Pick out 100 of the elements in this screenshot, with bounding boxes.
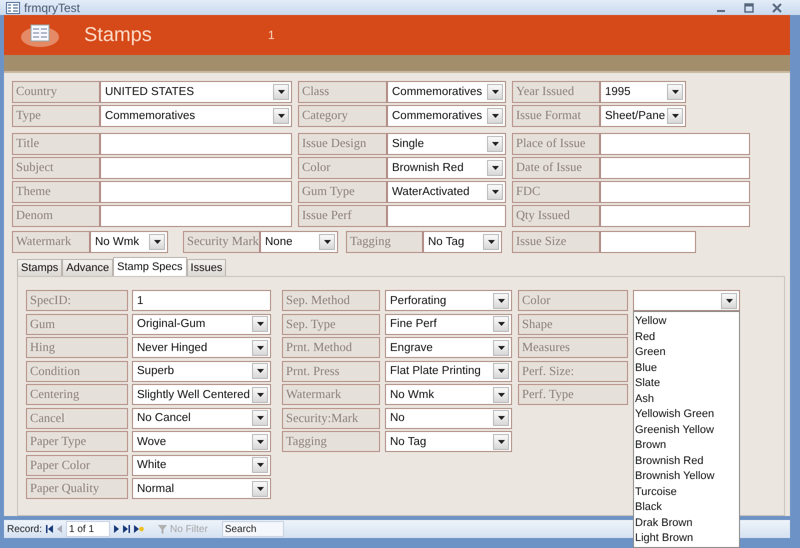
new-record-button[interactable] xyxy=(134,525,144,533)
combo-box[interactable]: No xyxy=(385,408,512,428)
list-option[interactable]: Brownish Red xyxy=(635,454,739,469)
dropdown-button[interactable] xyxy=(493,410,509,426)
list-option[interactable]: Light Brown xyxy=(635,531,739,546)
list-option[interactable]: Brownish Yellow xyxy=(635,469,739,484)
tab[interactable]: Stamp Specs xyxy=(113,257,187,276)
combo-box[interactable]: Brownish Red xyxy=(387,157,506,179)
dropdown-button[interactable] xyxy=(493,386,509,402)
list-option[interactable]: Drak Brown xyxy=(635,516,739,531)
combo-box[interactable]: UNITED STATES xyxy=(100,81,292,103)
caret-icon xyxy=(256,346,264,350)
text-field[interactable] xyxy=(100,133,292,155)
list-option[interactable]: Turcoise xyxy=(635,484,739,500)
dropdown-button[interactable] xyxy=(487,136,503,152)
combo-box[interactable]: Fine Perf xyxy=(385,314,512,334)
dropdown-button[interactable] xyxy=(487,108,503,124)
combo-box[interactable]: No Cancel xyxy=(132,408,271,428)
combo-box[interactable]: No Wmk xyxy=(385,384,512,405)
list-option[interactable]: Blue xyxy=(635,360,739,376)
dropdown-button[interactable] xyxy=(493,363,509,379)
combo-box[interactable]: Commemoratives xyxy=(100,105,292,127)
combo-box[interactable]: Normal xyxy=(132,478,271,499)
dropdown-button[interactable] xyxy=(493,316,509,332)
combo-box[interactable]: Single xyxy=(387,133,506,155)
combo-box[interactable]: Superb xyxy=(132,360,271,382)
record-position-field[interactable]: 1 of 1 xyxy=(66,521,110,537)
combo-box[interactable]: Never Hinged xyxy=(132,337,271,358)
next-record-button[interactable] xyxy=(114,525,120,533)
combo-box[interactable]: WaterActivated xyxy=(387,181,506,203)
dropdown-button[interactable] xyxy=(487,84,503,100)
combo-box[interactable]: Flat Plate Printing xyxy=(385,360,512,382)
dropdown-button[interactable] xyxy=(487,184,503,200)
dropdown-button[interactable] xyxy=(252,480,268,496)
first-record-button[interactable] xyxy=(46,525,54,533)
dropdown-button[interactable] xyxy=(319,234,335,250)
caret-icon xyxy=(278,90,284,94)
dropdown-button[interactable] xyxy=(721,292,737,308)
dropdown-button[interactable] xyxy=(252,363,268,379)
last-record-button[interactable] xyxy=(123,525,130,533)
list-option[interactable]: Brown xyxy=(635,438,739,454)
text-field[interactable] xyxy=(600,157,750,179)
text-field[interactable] xyxy=(387,205,506,227)
dropdown-button[interactable] xyxy=(252,457,268,473)
combo-box[interactable]: Perforating xyxy=(385,290,512,311)
combo-box[interactable]: 1995 xyxy=(600,81,686,103)
search-field[interactable]: Search xyxy=(222,521,284,537)
dropdown-button[interactable] xyxy=(252,340,268,356)
close-button[interactable] xyxy=(772,2,782,12)
list-option[interactable]: Yellowish Green xyxy=(635,407,739,422)
text-field[interactable] xyxy=(100,181,292,203)
combo-box[interactable]: Original-Gum xyxy=(132,314,271,334)
dropdown-button[interactable] xyxy=(273,108,289,124)
tab[interactable]: Issues xyxy=(186,259,226,276)
list-option[interactable]: Greenish Yellow xyxy=(635,422,739,438)
combo-box[interactable]: Engrave xyxy=(385,337,512,358)
list-option[interactable]: Black xyxy=(635,500,739,516)
combo-box[interactable]: Commemoratives xyxy=(387,81,506,103)
field-label: Date of Issue xyxy=(512,157,600,179)
combo-box[interactable]: Wove xyxy=(132,431,271,452)
dropdown-button[interactable] xyxy=(667,84,683,100)
combo-box[interactable]: Slightly Well Centered xyxy=(132,384,271,405)
caret-icon xyxy=(672,114,678,118)
list-option[interactable]: Ash xyxy=(635,392,739,407)
combo-box[interactable]: None xyxy=(260,231,338,253)
tab[interactable]: Stamps xyxy=(17,259,62,276)
combo-box[interactable]: Sheet/Pane xyxy=(600,105,686,127)
text-field[interactable] xyxy=(100,205,292,227)
combo-box[interactable]: No Wmk xyxy=(90,231,168,253)
field-label: Class xyxy=(298,81,387,103)
dropdown-button[interactable] xyxy=(493,434,509,450)
dropdown-button[interactable] xyxy=(149,234,165,250)
list-option[interactable]: Green xyxy=(635,345,739,360)
dropdown-button[interactable] xyxy=(273,84,289,100)
list-option[interactable]: Slate xyxy=(635,376,739,392)
combo-box[interactable]: No Tag xyxy=(385,431,512,452)
list-option[interactable]: Yellow xyxy=(635,314,739,330)
dropdown-button[interactable] xyxy=(667,108,683,124)
text-field[interactable] xyxy=(600,133,750,155)
combo-box[interactable]: No Tag xyxy=(423,231,502,253)
dropdown-button[interactable] xyxy=(487,160,503,176)
combo-box[interactable]: Commemoratives xyxy=(387,105,506,127)
text-field[interactable] xyxy=(100,157,292,179)
list-option[interactable]: Red xyxy=(635,330,739,345)
text-field[interactable] xyxy=(600,181,750,203)
dropdown-button[interactable] xyxy=(252,316,268,332)
dropdown-button[interactable] xyxy=(252,434,268,450)
tab[interactable]: Advance xyxy=(62,259,114,276)
dropdown-button[interactable] xyxy=(493,292,509,308)
combo-box[interactable]: White xyxy=(132,454,271,476)
text-field[interactable]: 1 xyxy=(132,290,271,311)
dropdown-button[interactable] xyxy=(483,234,499,250)
field-label: Subject xyxy=(12,157,100,179)
dropdown-button[interactable] xyxy=(252,386,268,402)
text-field[interactable] xyxy=(600,205,750,227)
dropdown-button[interactable] xyxy=(252,410,268,426)
maximize-button[interactable] xyxy=(744,2,754,12)
text-field[interactable] xyxy=(600,231,696,253)
dropdown-button[interactable] xyxy=(493,340,509,356)
caret-icon xyxy=(256,322,264,326)
